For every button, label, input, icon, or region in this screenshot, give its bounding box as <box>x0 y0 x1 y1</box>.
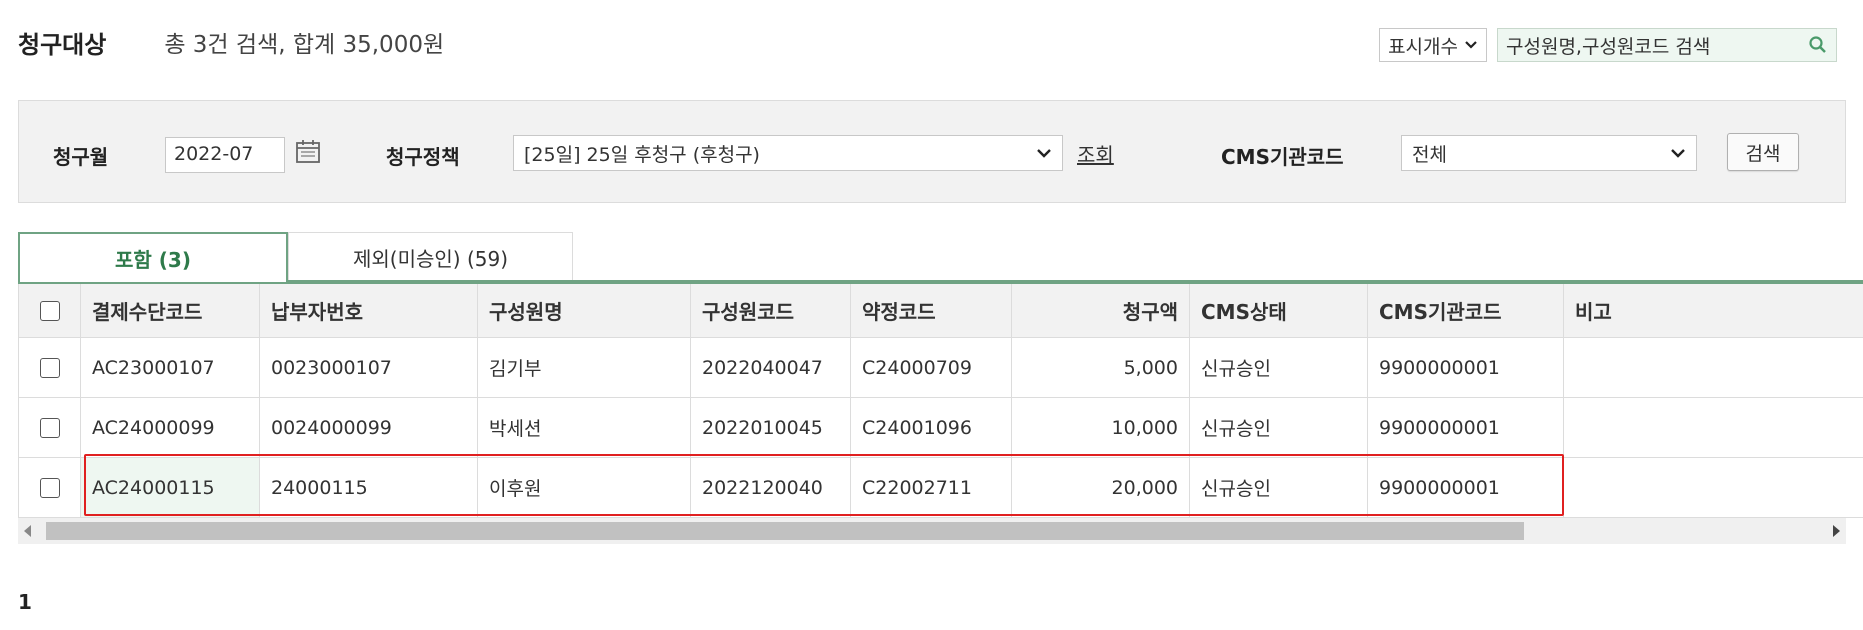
select-all-checkbox[interactable] <box>39 300 60 321</box>
table-cell[interactable]: AC24000115 <box>81 458 260 517</box>
table-cell[interactable]: C24001096 <box>851 398 1012 457</box>
column-header[interactable]: 청구액 <box>1012 284 1190 337</box>
scroll-left-arrow-icon[interactable] <box>24 525 31 537</box>
query-link[interactable]: 조회 <box>1077 139 1114 168</box>
table-cell[interactable]: C24000709 <box>851 338 1012 397</box>
table-cell[interactable]: 5,000 <box>1012 338 1190 397</box>
table-cell[interactable]: 10,000 <box>1012 398 1190 457</box>
billing-month-label: 청구월 <box>53 145 109 169</box>
table-cell[interactable] <box>1564 458 1863 517</box>
table-cell[interactable]: 신규승인 <box>1190 398 1368 457</box>
scroll-right-arrow-icon[interactable] <box>1833 525 1840 537</box>
select-all-cell <box>19 284 81 337</box>
row-checkbox[interactable] <box>39 417 60 438</box>
table-cell[interactable]: 9900000001 <box>1368 338 1564 397</box>
row-checkbox-cell <box>19 338 81 397</box>
table-cell[interactable]: 9900000001 <box>1368 458 1564 517</box>
row-checkbox-cell <box>19 398 81 457</box>
table-cell[interactable]: 박세션 <box>478 398 691 457</box>
filter-panel: 청구월 2022-07 청구정책 [25일] 25일 후청구 (후청구) 조회 … <box>18 100 1846 203</box>
table-cell[interactable]: 2022010045 <box>691 398 851 457</box>
cms-code-label: CMS기관코드 <box>1221 145 1344 169</box>
table-cell[interactable]: 2022040047 <box>691 338 851 397</box>
display-count-label: 표시개수 <box>1388 35 1458 58</box>
column-header[interactable]: CMS기관코드 <box>1368 284 1564 337</box>
search-button[interactable]: 검색 <box>1727 133 1799 171</box>
tab-included[interactable]: 포함 (3) <box>18 232 288 282</box>
column-header[interactable]: 결제수단코드 <box>81 284 260 337</box>
search-icon[interactable] <box>1808 35 1828 55</box>
tab-excluded[interactable]: 제외(미승인) (59) <box>288 232 573 282</box>
horizontal-scrollbar[interactable] <box>18 518 1846 544</box>
table-cell[interactable]: 24000115 <box>260 458 478 517</box>
table-row[interactable]: AC23000107 0023000107 김기부 2022040047 C24… <box>19 338 1863 398</box>
top-toolbar: 표시개수 구성원명,구성원코드 검색 <box>1379 28 1837 62</box>
table-cell[interactable] <box>1564 338 1863 397</box>
billing-policy-select[interactable]: [25일] 25일 후청구 (후청구) <box>513 135 1063 171</box>
row-checkbox-cell <box>19 458 81 517</box>
member-search-input[interactable]: 구성원명,구성원코드 검색 <box>1497 28 1837 62</box>
column-header[interactable]: 납부자번호 <box>260 284 478 337</box>
chevron-down-icon <box>1465 41 1477 49</box>
column-header[interactable]: 약정코드 <box>851 284 1012 337</box>
table-cell[interactable]: C22002711 <box>851 458 1012 517</box>
table-cell[interactable]: 0024000099 <box>260 398 478 457</box>
table-cell[interactable]: 김기부 <box>478 338 691 397</box>
table-header-row: 결제수단코드 납부자번호 구성원명 구성원코드 약정코드 청구액 CMS상태 C… <box>19 284 1863 338</box>
scrollbar-thumb[interactable] <box>46 522 1524 540</box>
table-cell[interactable] <box>1564 398 1863 457</box>
table-row[interactable]: AC24000099 0024000099 박세션 2022010045 C24… <box>19 398 1863 458</box>
billing-table: 결제수단코드 납부자번호 구성원명 구성원코드 약정코드 청구액 CMS상태 C… <box>18 284 1863 518</box>
chevron-down-icon <box>1037 149 1051 158</box>
row-checkbox[interactable] <box>39 357 60 378</box>
table-cell[interactable]: 20,000 <box>1012 458 1190 517</box>
table-cell[interactable]: AC23000107 <box>81 338 260 397</box>
table-cell[interactable]: 신규승인 <box>1190 458 1368 517</box>
tab-bar: 포함 (3) 제외(미승인) (59) <box>18 232 1846 282</box>
table-cell[interactable]: 2022120040 <box>691 458 851 517</box>
page-title: 청구대상 <box>18 30 107 59</box>
display-count-select[interactable]: 표시개수 <box>1379 28 1487 62</box>
page-header: 청구대상 총 3건 검색, 합계 35,000원 <box>18 22 444 62</box>
calendar-icon[interactable] <box>295 139 321 169</box>
column-header[interactable]: 비고 <box>1564 284 1863 337</box>
table-row[interactable]: AC24000115 24000115 이후원 2022120040 C2200… <box>19 458 1863 518</box>
table-cell[interactable]: 신규승인 <box>1190 338 1368 397</box>
cms-code-select[interactable]: 전체 <box>1401 135 1697 171</box>
column-header[interactable]: 구성원코드 <box>691 284 851 337</box>
search-placeholder: 구성원명,구성원코드 검색 <box>1506 35 1711 58</box>
billing-month-input[interactable]: 2022-07 <box>165 137 285 173</box>
table-cell[interactable]: 이후원 <box>478 458 691 517</box>
search-summary: 총 3건 검색, 합계 35,000원 <box>164 32 445 58</box>
cms-code-value: 전체 <box>1412 143 1447 166</box>
table-cell[interactable]: 9900000001 <box>1368 398 1564 457</box>
column-header[interactable]: CMS상태 <box>1190 284 1368 337</box>
row-checkbox[interactable] <box>39 477 60 498</box>
billing-policy-value: [25일] 25일 후청구 (후청구) <box>524 143 760 166</box>
chevron-down-icon <box>1671 149 1685 158</box>
billing-policy-label: 청구정책 <box>386 145 460 169</box>
pagination-current-page[interactable]: 1 <box>18 590 32 614</box>
table-cell[interactable]: 0023000107 <box>260 338 478 397</box>
column-header[interactable]: 구성원명 <box>478 284 691 337</box>
table-cell[interactable]: AC24000099 <box>81 398 260 457</box>
